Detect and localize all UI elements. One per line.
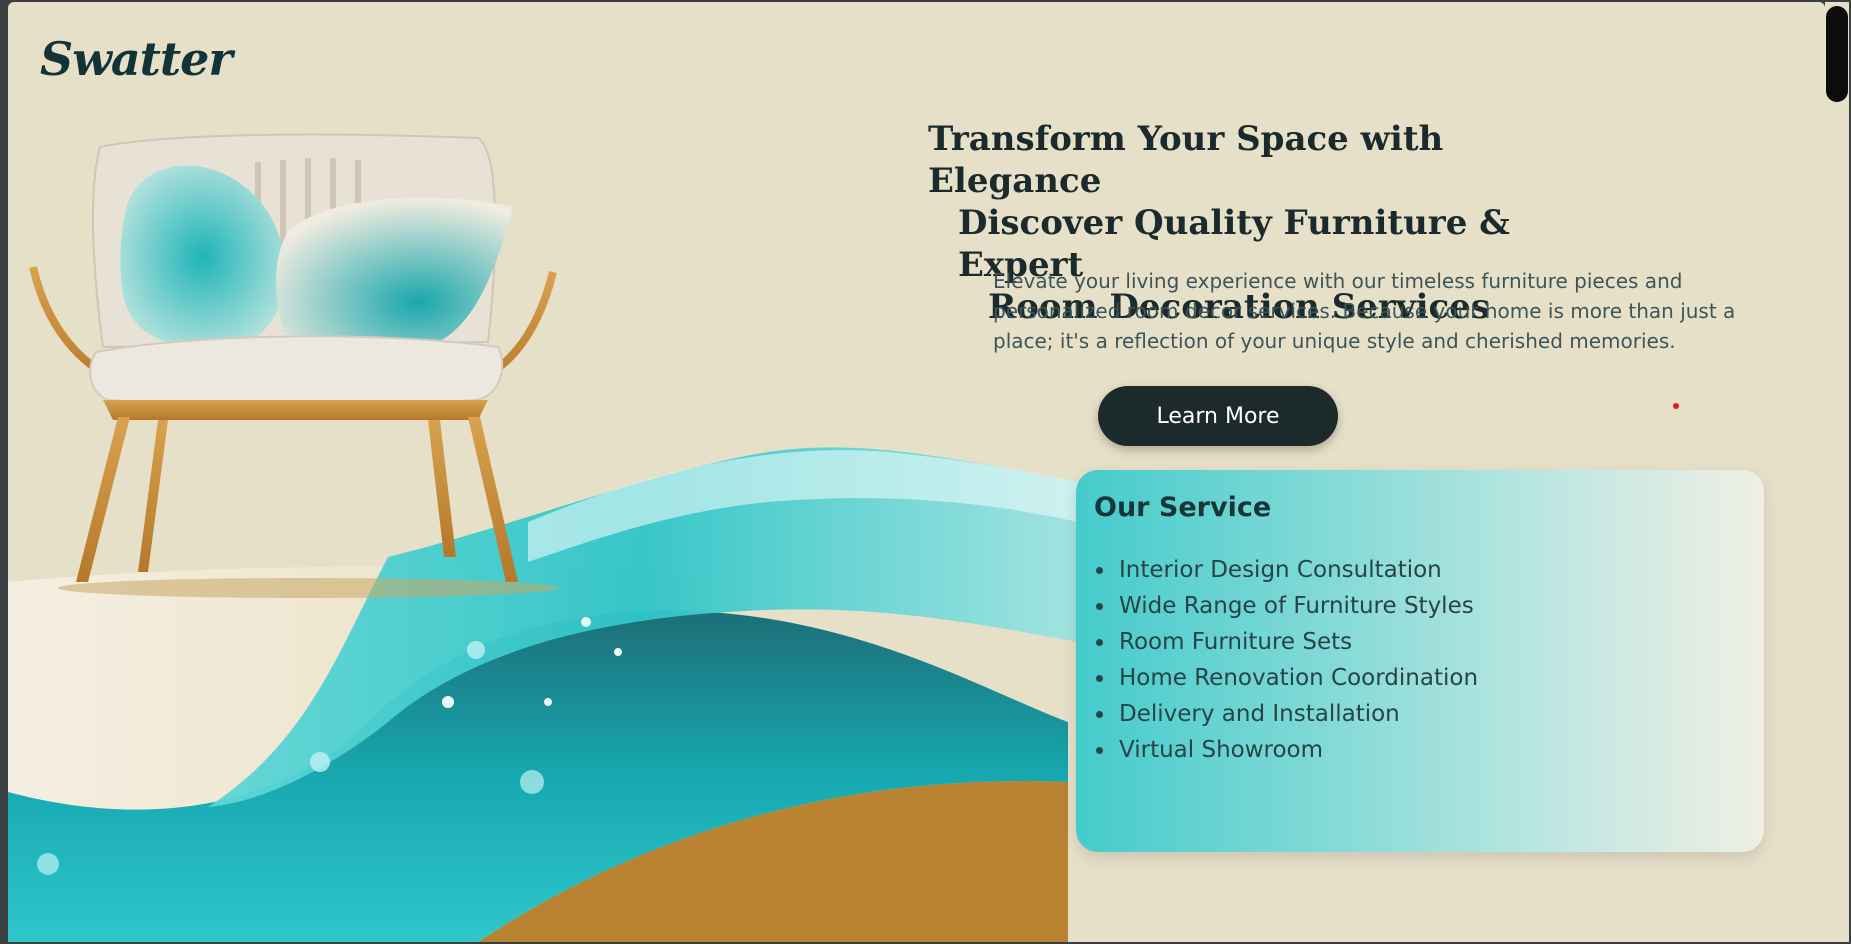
service-item-interior-design: Interior Design Consultation [1094, 552, 1478, 588]
headline-line-1: Transform Your Space with Elegance [928, 119, 1444, 201]
cursor-marker [1673, 403, 1679, 409]
hero-intro-text: Elevate your living experience with our … [993, 269, 1736, 353]
learn-more-button[interactable]: Learn More [1098, 386, 1338, 446]
scrollbar-track[interactable] [1825, 2, 1849, 942]
brand-logo[interactable]: Swatter [40, 32, 233, 86]
service-item-virtual-showroom: Virtual Showroom [1094, 732, 1478, 768]
scrollbar-thumb[interactable] [1826, 6, 1848, 102]
service-card: Our Service Interior Design Consultation… [1076, 470, 1764, 852]
service-item-renovation: Home Renovation Coordination [1094, 660, 1478, 696]
service-list: Interior Design Consultation Wide Range … [1094, 552, 1478, 768]
service-item-delivery: Delivery and Installation [1094, 696, 1478, 732]
service-item-furniture-styles: Wide Range of Furniture Styles [1094, 588, 1478, 624]
browser-frame: Swatter Transform Your Space with Elegan… [0, 0, 1851, 944]
landing-page: Swatter Transform Your Space with Elegan… [8, 2, 1825, 942]
service-title: Our Service [1094, 492, 1272, 523]
service-item-room-sets: Room Furniture Sets [1094, 624, 1478, 660]
